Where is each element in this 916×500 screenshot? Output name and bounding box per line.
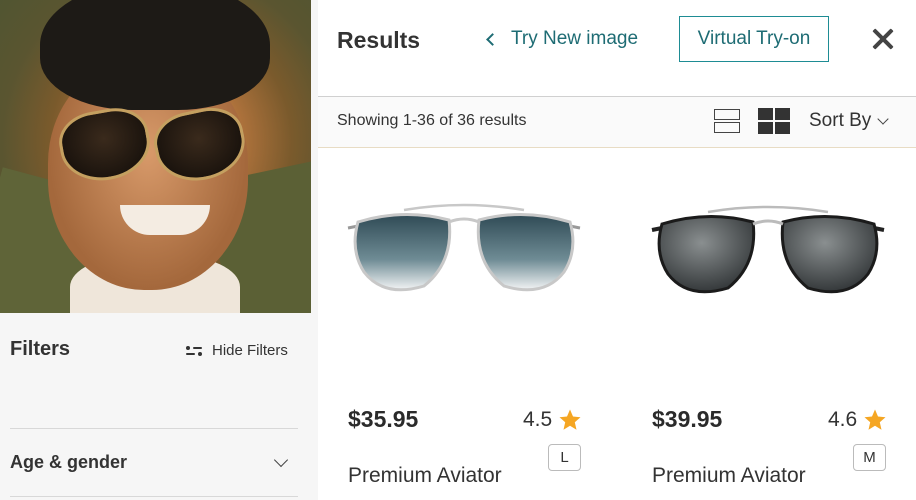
try-new-image-label: Try New image	[511, 28, 639, 49]
filter-age-gender-label: Age & gender	[10, 452, 128, 472]
results-panel: Results Try New image Virtual Try-on Sho…	[318, 0, 916, 500]
divider	[10, 496, 298, 497]
filters-title: Filters	[10, 338, 71, 360]
star-icon	[864, 409, 886, 430]
chevron-down-icon	[877, 113, 889, 125]
divider	[10, 428, 298, 429]
hide-filters-label: Hide Filters	[212, 342, 288, 359]
product-name: Premium Aviator	[348, 464, 502, 487]
product-rating: 4.5	[523, 408, 582, 432]
list-view-icon[interactable]	[714, 108, 740, 134]
size-badge: M	[853, 444, 886, 471]
product-name: Premium Aviator	[652, 464, 806, 487]
product-price: $39.95	[652, 406, 723, 432]
product-rating: 4.6	[828, 408, 887, 432]
sort-by-label: Sort By	[809, 110, 872, 131]
star-icon	[559, 409, 581, 430]
product-image	[347, 203, 581, 292]
product-image	[651, 205, 885, 294]
page-title: Results	[337, 27, 421, 53]
hide-filters-button[interactable]: Hide Filters	[186, 342, 288, 359]
results-toolbar: Showing 1-36 of 36 results Sort By	[318, 96, 916, 148]
left-panel: Filters Hide Filters Age & gender	[0, 0, 318, 500]
results-count: Showing 1-36 of 36 results	[337, 112, 527, 129]
rating-value: 4.5	[523, 408, 553, 431]
product-card[interactable]: $39.95 4.6 M Premium Aviator	[622, 150, 912, 500]
rating-value: 4.6	[828, 408, 858, 431]
size-badge: L	[548, 444, 581, 471]
sort-by-dropdown[interactable]: Sort By	[809, 110, 889, 132]
grid-view-icon[interactable]	[758, 108, 790, 134]
filter-toggle-icon	[186, 343, 202, 359]
try-new-image-link[interactable]: Try New image	[486, 28, 639, 50]
chevron-left-icon	[486, 32, 499, 46]
filter-age-gender[interactable]: Age & gender	[10, 452, 298, 473]
product-price: $35.95	[348, 406, 419, 432]
virtual-tryon-button[interactable]: Virtual Try-on	[679, 16, 829, 62]
chevron-down-icon	[273, 452, 289, 467]
product-card[interactable]: $35.95 4.5 L Premium Aviator	[318, 150, 608, 500]
close-icon[interactable]	[872, 28, 894, 50]
uploaded-photo	[0, 0, 311, 313]
